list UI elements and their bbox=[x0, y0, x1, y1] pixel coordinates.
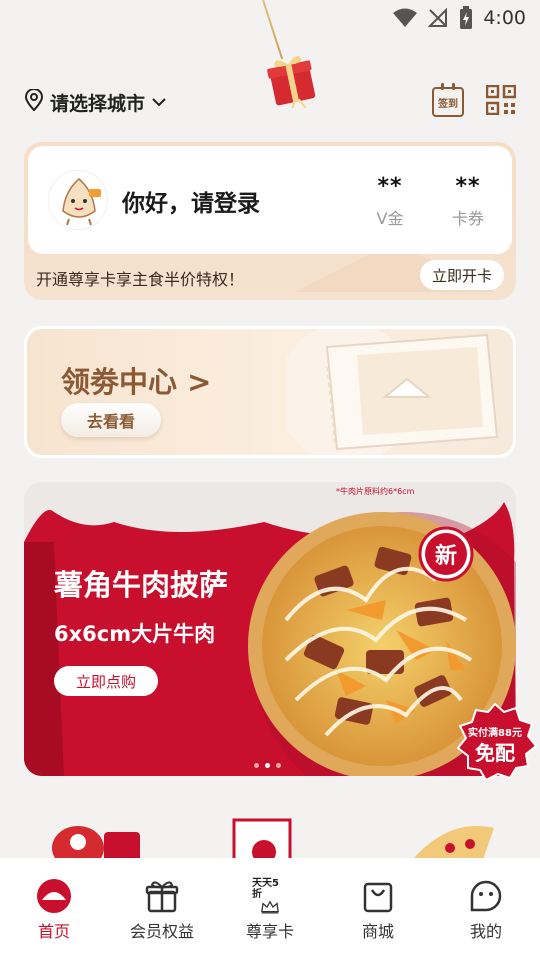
carousel-dot[interactable] bbox=[276, 763, 281, 768]
new-badge-text: 新 bbox=[435, 543, 457, 569]
qr-code-icon[interactable] bbox=[485, 84, 517, 119]
vgold-value: ** bbox=[377, 174, 403, 199]
vgold-label: V金 bbox=[376, 209, 404, 228]
free-badge-line1: 实付满88元 bbox=[468, 726, 522, 739]
city-selector[interactable]: 请选择城市 bbox=[24, 87, 167, 116]
avatar[interactable] bbox=[48, 170, 108, 230]
clock-time: 4:00 bbox=[483, 7, 526, 29]
category-row-peek bbox=[0, 814, 540, 864]
nav-vip-card-label: 尊享卡 bbox=[245, 922, 294, 941]
nav-vip-top-text: 天天5折 bbox=[252, 878, 279, 900]
coupon-stat[interactable]: ** 卡券 bbox=[438, 174, 498, 229]
nav-member-benefits-label: 会员权益 bbox=[129, 922, 194, 941]
pizza-subtitle: 6x6cm大片牛肉 bbox=[54, 622, 216, 646]
nav-mall[interactable]: 商城 bbox=[328, 878, 428, 942]
coupon-ticket-illustration bbox=[287, 329, 499, 455]
nav-profile[interactable]: 我的 bbox=[436, 878, 536, 942]
member-promo-text: 开通尊享卡享主食半价特权！ bbox=[36, 270, 245, 289]
gift-box-icon bbox=[144, 878, 180, 914]
open-card-button[interactable]: 立即开卡 bbox=[420, 260, 504, 290]
pizza-note: *牛肉片原料约6*6cm bbox=[336, 487, 415, 496]
nav-mall-label: 商城 bbox=[361, 922, 394, 941]
member-info-panel[interactable]: 你好，请登录 ** V金 ** 卡券 bbox=[28, 146, 512, 254]
login-greeting[interactable]: 你好，请登录 bbox=[122, 184, 260, 218]
home-pizza-hut-icon bbox=[36, 878, 72, 914]
coupon-center-banner[interactable]: 领劵中心 > 去看看 bbox=[24, 326, 516, 458]
signal-off-icon bbox=[427, 7, 449, 29]
free-delivery-badge[interactable]: 实付满88元 免配 bbox=[452, 702, 538, 782]
coupon-center-title: 领劵中心 > bbox=[61, 365, 212, 399]
crown-card-icon: 天天5折 bbox=[252, 878, 288, 914]
sign-in-label: 签到 bbox=[438, 98, 458, 110]
carousel-dot[interactable] bbox=[254, 763, 259, 768]
nav-profile-label: 我的 bbox=[469, 922, 502, 941]
coupon-go-button[interactable]: 去看看 bbox=[61, 403, 161, 437]
battery-charging-icon bbox=[459, 6, 473, 30]
location-pin-icon bbox=[24, 87, 44, 116]
coupon-label: 卡券 bbox=[451, 209, 484, 228]
chevron-down-icon bbox=[151, 91, 167, 113]
member-card: 你好，请登录 ** V金 ** 卡券 开通尊享卡享主食半价特权！ 立即开卡 bbox=[24, 142, 516, 300]
profile-face-icon bbox=[468, 878, 504, 914]
vgold-stat[interactable]: ** V金 bbox=[360, 174, 420, 229]
nav-home[interactable]: 首页 bbox=[4, 878, 104, 942]
free-badge-line2: 免配 bbox=[475, 741, 515, 765]
wifi-icon bbox=[393, 8, 418, 28]
calendar-checkin-icon[interactable]: 签到 bbox=[432, 83, 464, 117]
nav-member-benefits[interactable]: 会员权益 bbox=[112, 878, 212, 942]
city-label: 请选择城市 bbox=[50, 92, 146, 115]
carousel-dot-active[interactable] bbox=[265, 763, 270, 768]
carousel-indicator bbox=[254, 763, 281, 768]
top-bar: 请选择城市 签到 bbox=[24, 83, 517, 119]
shopping-bag-icon bbox=[360, 878, 396, 914]
coupon-value: ** bbox=[455, 174, 481, 199]
bottom-nav: 首页 会员权益 天天5折 尊享卡 商城 我的 bbox=[0, 858, 540, 960]
pizza-promo-banner[interactable]: *牛肉片原料约6*6cm 新 薯角牛肉披萨 6x6cm大片牛肉 立即点购 bbox=[24, 482, 516, 776]
pizza-order-button[interactable]: 立即点购 bbox=[54, 666, 158, 696]
pizza-title: 薯角牛肉披萨 bbox=[54, 568, 229, 602]
nav-vip-card[interactable]: 天天5折 尊享卡 bbox=[220, 878, 320, 942]
nav-home-label: 首页 bbox=[37, 922, 70, 941]
